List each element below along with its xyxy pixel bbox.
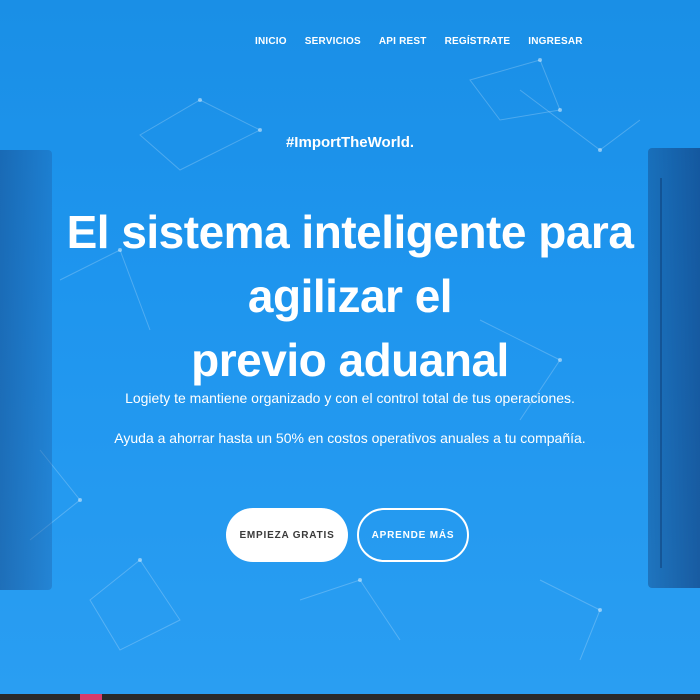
hero-headline-line1: El sistema inteligente para agilizar el [66,206,634,322]
hero-hashtag: #ImportTheWorld. [285,134,415,151]
bottom-bar [0,694,700,700]
nav-link-registrate[interactable]: REGÍSTRATE [445,36,511,47]
nav-links: INICIO SERVICIOS API REST REGÍSTRATE ING… [255,36,601,47]
aprende-mas-button[interactable]: APRENDE MÁS [357,508,469,562]
nav-link-ingresar[interactable]: INGRESAR [528,36,582,47]
nav-link-api-rest[interactable]: API REST [379,36,427,47]
empieza-gratis-button[interactable]: EMPIEZA GRATIS [226,508,348,562]
hero-headline: El sistema inteligente para agilizar el … [0,200,700,392]
nav-link-servicios[interactable]: SERVICIOS [305,36,361,47]
hero-subtext-1: Logiety te mantiene organizado y con el … [125,390,575,406]
hero-subtext-2: Ayuda a ahorrar hasta un 50% en costos o… [114,430,586,446]
hero-headline-line2: previo aduanal [191,334,509,386]
top-navigation: INICIO SERVICIOS API REST REGÍSTRATE ING… [0,36,700,54]
nav-link-inicio[interactable]: INICIO [255,36,287,47]
bottom-bar-accent [80,694,102,700]
